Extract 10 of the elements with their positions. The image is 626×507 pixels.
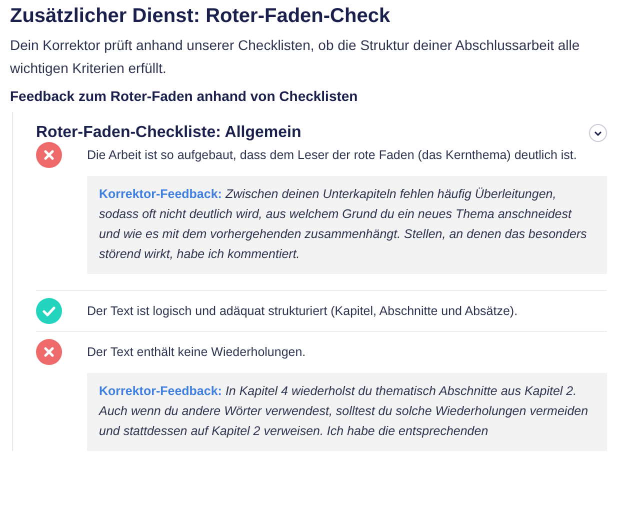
description: Dein Korrektor prüft anhand unserer Checklisten, ob die Struktur deiner Abschlussarbeit alle wichtigen Kriterien erfüllt. xyxy=(10,36,581,78)
chevron-button[interactable] xyxy=(589,124,607,142)
page-title: Zusätzlicher Dienst: Roter-Faden-Check xyxy=(10,5,392,28)
criterion-text: Der Text enthält keine Wiederholungen. xyxy=(87,345,306,359)
section-heading: Feedback zum Roter-Faden anhand von Checklisten xyxy=(10,88,359,104)
feedback-text: Korrektor-Feedback: Zwischen deinen Unterkapiteln fehlen häufig Überleitungen, sodass oft nicht deutlich wird, aus welchem Grund du ein neues Thema anschneidest und wie es mit dem vorhergehenden zusammenhängt. Stellen, an denen das besonders störend wirkt, habe ich kommentiert. xyxy=(99,186,588,263)
feedback-text: Korrektor-Feedback: In Kapitel 4 wiederholst du thematisch Abschnitte aus Kapitel 2. Auch wenn du andere Wörter verwendest, solltest du solche Wiederholungen vermeiden und stattdessen auf Kapitel 2 verweisen. Ich habe die entsprechenden xyxy=(99,383,590,440)
criterion-text: Die Arbeit ist so aufgebaut, dass dem Leser der rote Faden (das Kernthema) deutlich ist. xyxy=(87,148,577,162)
checklist-title: Roter-Faden-Checkliste: Allgemein xyxy=(36,124,302,142)
criterion-text: Der Text ist logisch und adäquat strukturiert (Kapitel, Abschnitte und Absätze). xyxy=(87,304,518,318)
